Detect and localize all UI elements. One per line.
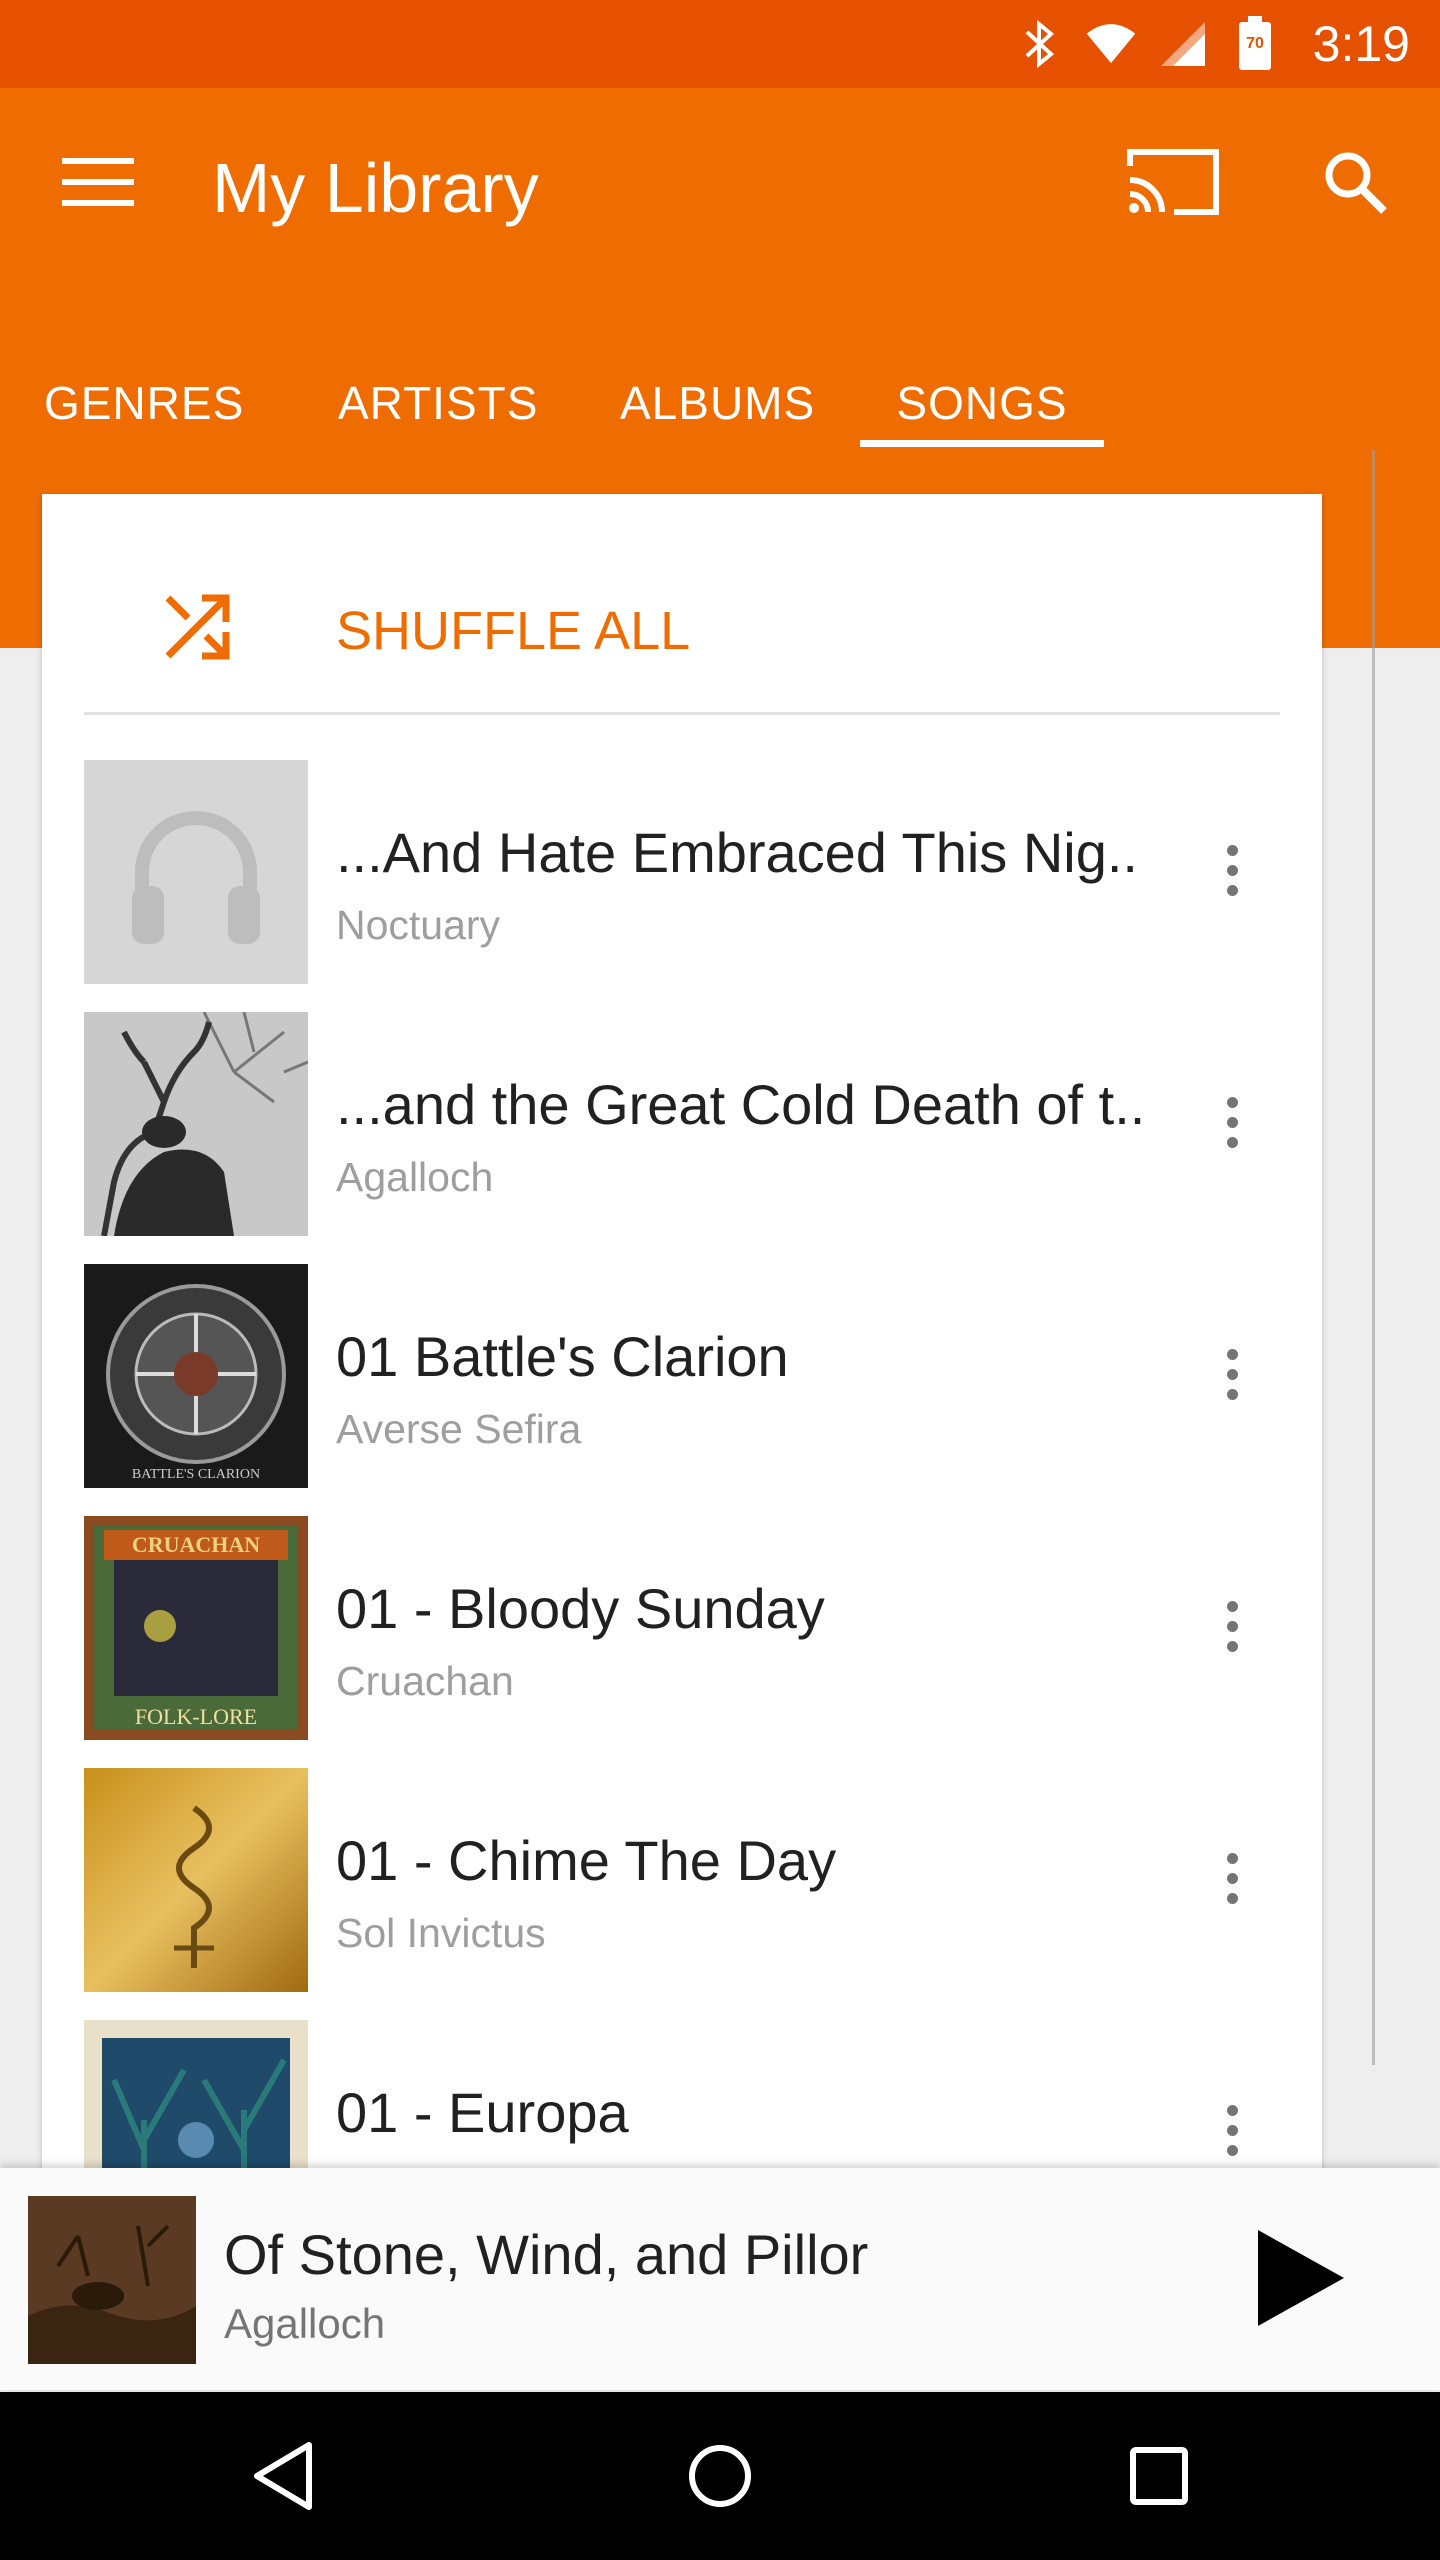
recents-icon <box>1130 2447 1188 2505</box>
more-options-button[interactable] <box>1192 1072 1272 1172</box>
scrollbar[interactable] <box>1372 450 1375 2065</box>
cell-signal-icon <box>1157 18 1209 70</box>
tab-artists[interactable]: ARTISTS <box>338 340 538 452</box>
more-vert-icon <box>1226 1096 1238 1148</box>
album-art <box>84 1768 308 1992</box>
song-artist: Agalloch <box>336 1154 494 1200</box>
cover-caption: BATTLE'S CLARION <box>132 1467 260 1482</box>
now-playing-title: Of Stone, Wind, and Pillor <box>224 2223 869 2286</box>
wifi-icon <box>1085 18 1137 70</box>
more-options-button[interactable] <box>1192 1324 1272 1424</box>
song-title: 01 - Bloody Sunday <box>336 1577 825 1640</box>
bluetooth-icon <box>1013 18 1065 70</box>
back-icon <box>254 2442 312 2510</box>
more-vert-icon <box>1226 2104 1238 2156</box>
song-row[interactable]: CRUACHAN FOLK-LORE 01 - Bloody Sunday Cr… <box>42 1516 1322 1768</box>
play-button[interactable] <box>1240 2218 1360 2338</box>
song-title: 01 - Europa <box>336 2081 629 2144</box>
shuffle-all-button[interactable]: SHUFFLE ALL <box>42 494 1322 715</box>
more-vert-icon <box>1226 1852 1238 1904</box>
album-art <box>84 760 308 984</box>
recents-button[interactable] <box>1094 2416 1224 2536</box>
cast-button[interactable] <box>1118 132 1228 232</box>
search-button[interactable] <box>1300 132 1410 232</box>
song-row[interactable]: ...And Hate Embraced This Nig.. Noctuary <box>42 760 1322 1012</box>
album-art <box>84 1012 308 1236</box>
album-art: BATTLE'S CLARION <box>84 1264 308 1488</box>
tab-songs[interactable]: SONGS <box>860 340 1104 452</box>
cover-caption: CRUACHAN <box>132 1532 260 1557</box>
more-vert-icon <box>1226 1600 1238 1652</box>
more-vert-icon <box>1226 1348 1238 1400</box>
circular-emblem-art: BATTLE'S CLARION <box>84 1264 308 1488</box>
more-options-button[interactable] <box>1192 2080 1272 2180</box>
page-title: My Library <box>212 149 539 227</box>
song-title: ...and the Great Cold Death of t.. <box>336 1073 1146 1136</box>
more-options-button[interactable] <box>1192 820 1272 920</box>
battery-level: 70 <box>1246 35 1264 52</box>
now-playing-album-art <box>28 2196 196 2364</box>
song-artist: Averse Sefira <box>336 1406 582 1452</box>
song-artist: Sol Invictus <box>336 1910 546 1956</box>
search-icon <box>1325 152 1387 214</box>
tab-albums[interactable]: ALBUMS <box>620 340 830 452</box>
song-title: 01 Battle's Clarion <box>336 1325 789 1388</box>
song-artist: Noctuary <box>336 902 501 948</box>
tab-genres[interactable]: GENRES <box>44 340 284 452</box>
album-art: CRUACHAN FOLK-LORE <box>84 1516 308 1740</box>
status-time: 3:19 <box>1312 16 1410 72</box>
more-options-button[interactable] <box>1192 1576 1272 1676</box>
divider <box>84 712 1280 715</box>
stag-art <box>84 1012 308 1236</box>
now-playing-artist: Agalloch <box>224 2300 386 2347</box>
now-playing-bar[interactable]: Of Stone, Wind, and Pillor Agalloch <box>0 2168 1440 2390</box>
celtic-border-art: CRUACHAN FOLK-LORE <box>84 1516 308 1740</box>
menu-button[interactable] <box>48 132 148 232</box>
songs-card: SHUFFLE ALL ...And Hate Embraced This Ni… <box>42 494 1322 2284</box>
toolbar: My Library <box>0 88 1440 288</box>
song-title: 01 - Chime The Day <box>336 1829 837 1892</box>
tab-indicator <box>860 440 1104 447</box>
brown-forest-art <box>28 2196 196 2364</box>
cast-icon <box>1127 149 1219 215</box>
battery-icon: 70 <box>1229 16 1281 70</box>
hamburger-menu-icon <box>62 158 134 206</box>
shuffle-icon <box>165 594 230 660</box>
gold-serpent-art <box>84 1768 308 1992</box>
song-artist: Cruachan <box>336 1658 514 1704</box>
status-bar: 70 3:19 <box>0 0 1440 88</box>
more-vert-icon <box>1226 844 1238 896</box>
song-row[interactable]: ...and the Great Cold Death of t.. Agall… <box>42 1012 1322 1264</box>
play-icon <box>1258 2230 1344 2326</box>
system-nav-bar <box>0 2392 1440 2560</box>
home-button[interactable] <box>655 2416 785 2536</box>
home-icon <box>689 2445 751 2507</box>
cover-caption: FOLK-LORE <box>135 1704 257 1729</box>
headphones-icon <box>132 811 260 944</box>
song-row[interactable]: BATTLE'S CLARION 01 Battle's Clarion Ave… <box>42 1264 1322 1516</box>
song-list: ...And Hate Embraced This Nig.. Noctuary <box>42 760 1322 2272</box>
song-row[interactable]: 01 - Chime The Day Sol Invictus <box>42 1768 1322 2020</box>
back-button[interactable] <box>218 2416 348 2536</box>
tab-bar: GENRES ARTISTS ALBUMS SONGS <box>0 340 1440 452</box>
more-options-button[interactable] <box>1192 1828 1272 1928</box>
screen: 70 3:19 My Library GENRES ARTISTS ALBUMS… <box>0 0 1440 2560</box>
song-title: ...And Hate Embraced This Nig.. <box>336 821 1138 884</box>
shuffle-all-label: SHUFFLE ALL <box>336 601 691 661</box>
